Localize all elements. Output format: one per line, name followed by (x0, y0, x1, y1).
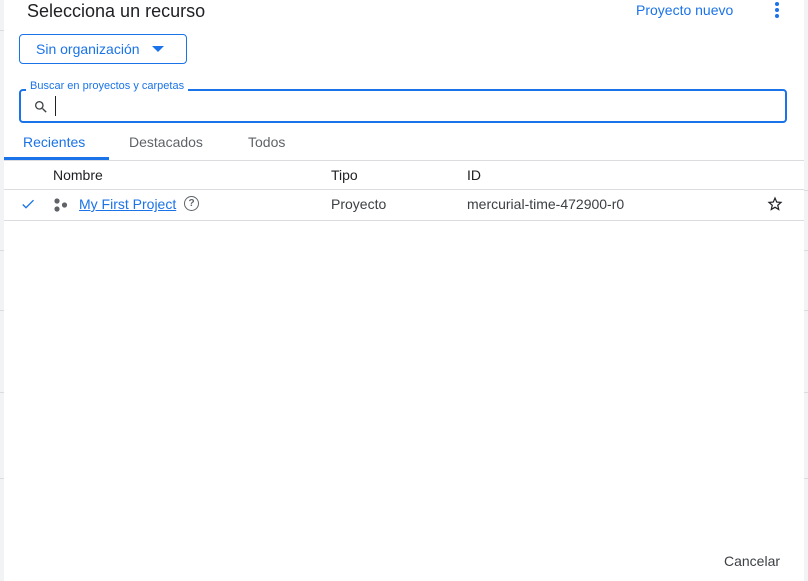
star-outline-icon[interactable] (766, 195, 784, 213)
new-project-link[interactable]: Proyecto nuevo (636, 2, 733, 18)
search-input[interactable] (55, 96, 756, 116)
project-id: mercurial-time-472900-r0 (467, 196, 625, 212)
organization-dropdown[interactable]: Sin organización (19, 34, 187, 64)
select-resource-dialog: Selecciona un recurso Proyecto nuevo Sin… (4, 0, 804, 581)
background-edge (804, 160, 808, 191)
caret-down-icon (151, 46, 164, 52)
table-row[interactable]: My First Project ? Proyecto mercurial-ti… (4, 190, 804, 221)
dialog-title: Selecciona un recurso (27, 1, 206, 21)
project-name-link[interactable]: My First Project (79, 196, 176, 212)
column-id[interactable]: ID (467, 167, 481, 183)
organization-label: Sin organización (36, 41, 140, 57)
tab-recientes[interactable]: Recientes (23, 134, 85, 150)
active-tab-indicator (4, 157, 109, 160)
tab-todos[interactable]: Todos (248, 134, 285, 150)
tab-destacados[interactable]: Destacados (129, 134, 203, 150)
project-type: Proyecto (331, 196, 387, 212)
table-header: Nombre Tipo ID (4, 161, 804, 190)
help-icon[interactable]: ? (184, 196, 199, 211)
search-field[interactable] (19, 89, 787, 123)
background-edge (804, 310, 808, 311)
project-icon (54, 198, 68, 212)
search-icon (35, 101, 47, 113)
column-type[interactable]: Tipo (331, 167, 358, 183)
background-edge (804, 250, 808, 251)
more-vert-icon[interactable] (769, 2, 785, 20)
background-edge (804, 478, 808, 479)
check-icon (22, 199, 34, 209)
tabs: Recientes Destacados Todos (4, 124, 804, 161)
background-edge (804, 392, 808, 393)
search-label: Buscar en proyectos y carpetas (26, 80, 189, 92)
cancel-button[interactable]: Cancelar (724, 553, 780, 569)
column-name[interactable]: Nombre (53, 167, 103, 183)
